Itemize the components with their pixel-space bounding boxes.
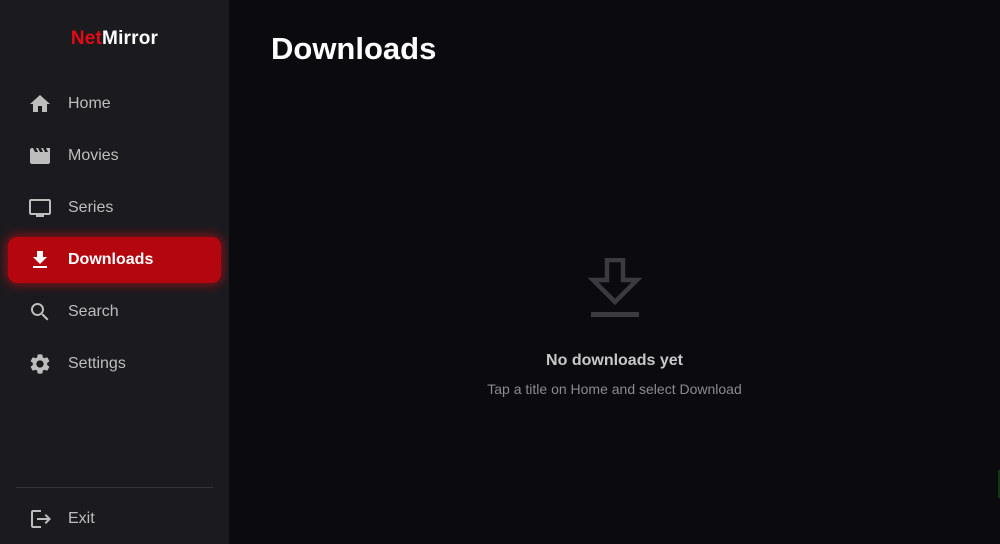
logo-mirror: Mirror bbox=[102, 28, 159, 49]
empty-state-subtitle: Tap a title on Home and select Download bbox=[487, 381, 742, 397]
sidebar-item-series[interactable]: Series bbox=[8, 185, 221, 231]
app-logo: NetMirror bbox=[0, 28, 229, 50]
page-title: Downloads bbox=[271, 31, 437, 66]
home-icon bbox=[28, 92, 52, 116]
gear-icon bbox=[28, 352, 52, 376]
exit-icon bbox=[28, 507, 52, 531]
download-icon bbox=[587, 257, 643, 322]
sidebar-item-label: Movies bbox=[68, 147, 119, 164]
download-icon bbox=[28, 248, 52, 272]
app-window: NetMirror Home Movies Series Downloads S… bbox=[0, 0, 1000, 544]
sidebar-item-label: Downloads bbox=[68, 251, 154, 268]
sidebar: NetMirror Home Movies Series Downloads S… bbox=[0, 0, 229, 544]
movie-icon bbox=[28, 144, 52, 168]
empty-state: No downloads yet Tap a title on Home and… bbox=[229, 257, 1000, 397]
sidebar-item-label: Search bbox=[68, 303, 119, 320]
sidebar-item-settings[interactable]: Settings bbox=[8, 341, 221, 387]
sidebar-divider bbox=[16, 487, 213, 488]
sidebar-item-label: Home bbox=[68, 95, 111, 112]
logo-net: Net bbox=[70, 28, 103, 49]
sidebar-item-label: Settings bbox=[68, 355, 126, 372]
sidebar-item-label: Series bbox=[68, 199, 114, 216]
search-icon bbox=[28, 300, 52, 324]
exit-button[interactable]: Exit bbox=[8, 496, 221, 542]
sidebar-item-movies[interactable]: Movies bbox=[8, 133, 221, 179]
main-content: Downloads No downloads yet Tap a title o… bbox=[229, 0, 1000, 544]
sidebar-item-search[interactable]: Search bbox=[8, 289, 221, 335]
tv-icon bbox=[28, 196, 52, 220]
sidebar-item-home[interactable]: Home bbox=[8, 81, 221, 127]
sidebar-nav: Home Movies Series Downloads Search Sett… bbox=[0, 81, 229, 393]
exit-label: Exit bbox=[68, 510, 95, 527]
empty-state-title: No downloads yet bbox=[546, 352, 683, 369]
sidebar-item-downloads[interactable]: Downloads bbox=[8, 237, 221, 283]
